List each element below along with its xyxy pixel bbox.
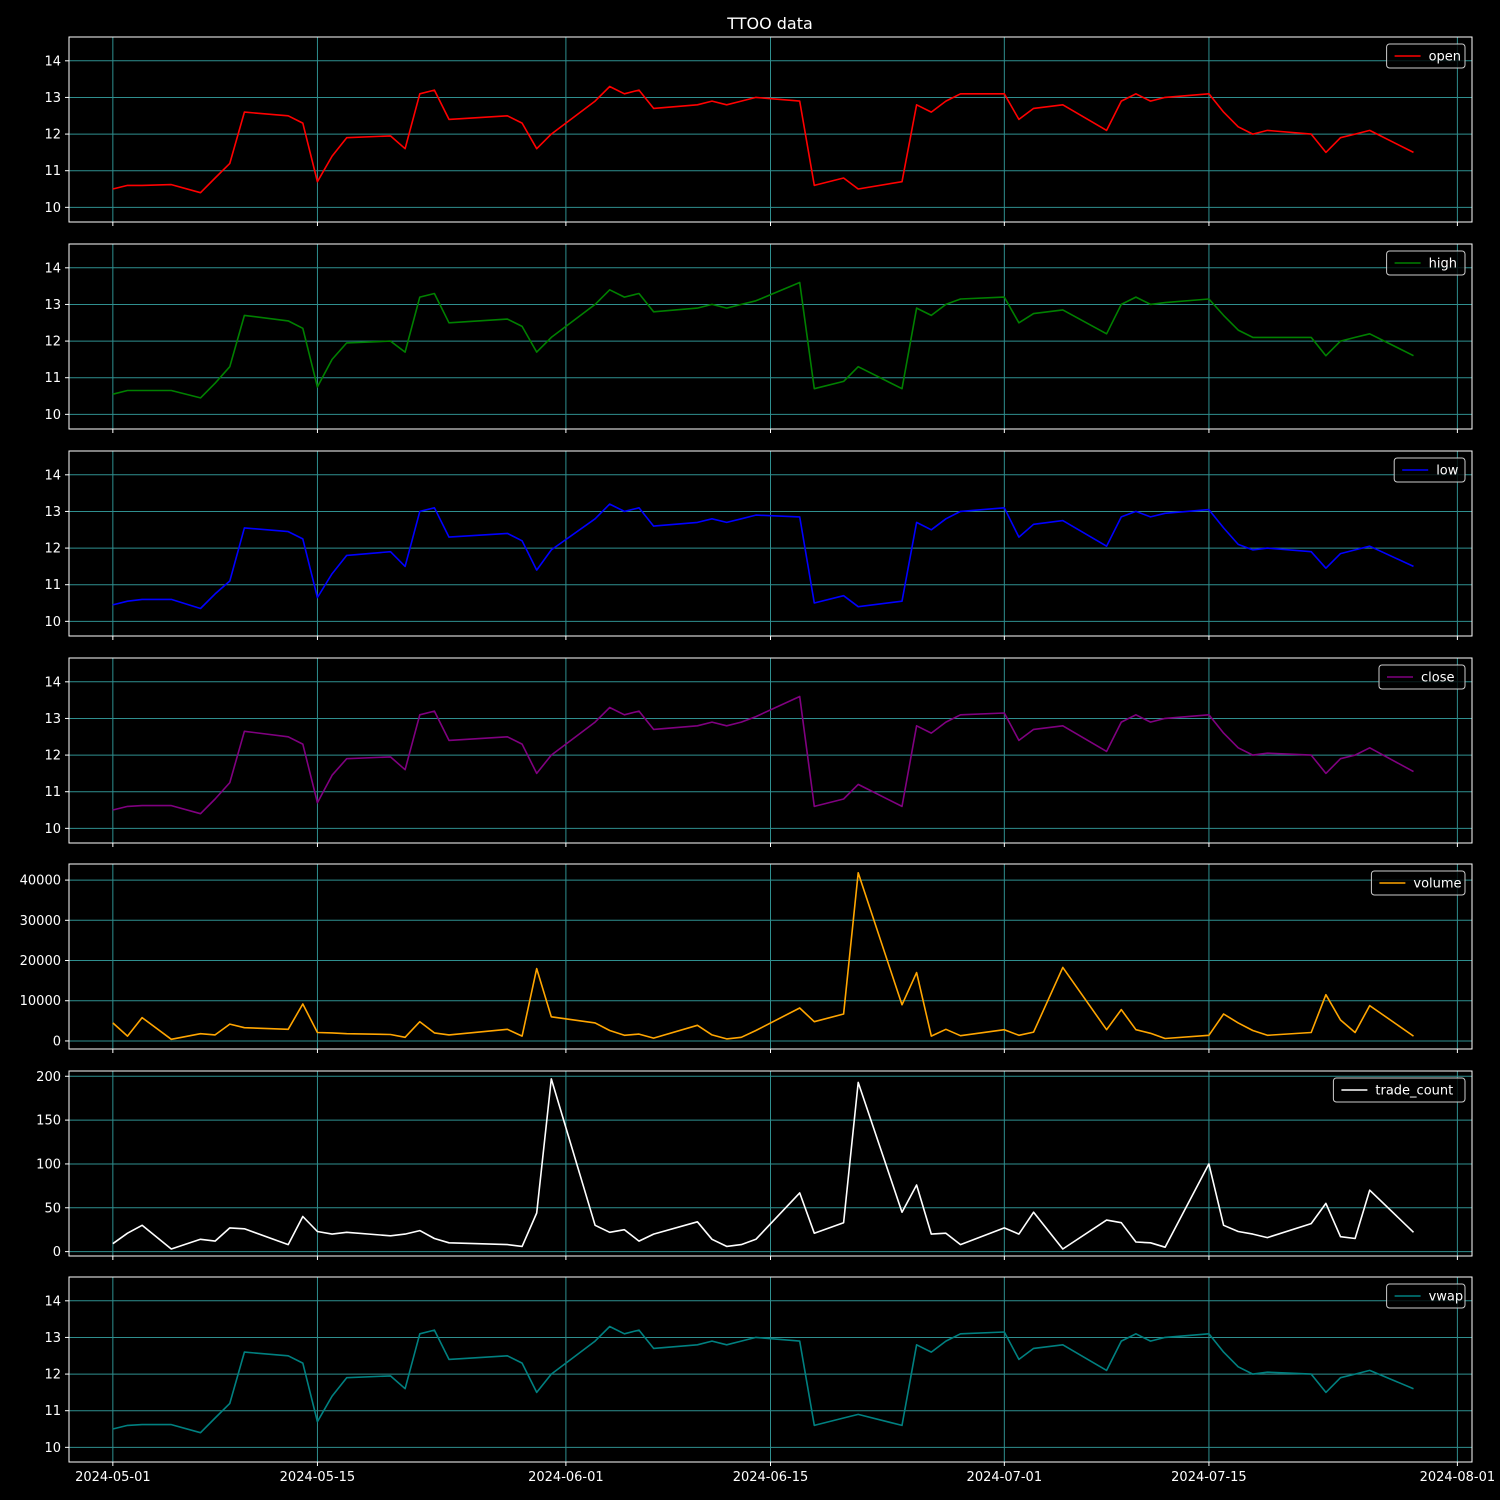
y-tick-label: 10 bbox=[44, 408, 61, 423]
y-tick-label: 10 bbox=[44, 615, 61, 630]
y-tick-label: 11 bbox=[44, 164, 61, 179]
ttoo-multi-panel-chart: TTOO data 10 11 12 13 14 open 10 11 12 13 14 high 10… bbox=[0, 0, 1500, 1500]
y-tick-label: 200 bbox=[36, 1070, 61, 1085]
x-tick-label: 2024-05-01 bbox=[75, 1470, 151, 1485]
y-tick-label: 12 bbox=[44, 542, 61, 557]
legend-vwap: vwap bbox=[1386, 1283, 1466, 1309]
y-tick-label: 12 bbox=[44, 128, 61, 143]
y-tick-label: 10 bbox=[44, 822, 61, 837]
legend-label: vwap bbox=[1429, 1290, 1464, 1305]
x-tick-label: 2024-08-01 bbox=[1420, 1470, 1496, 1485]
y-tick-label: 14 bbox=[44, 468, 61, 483]
y-tick-label: 12 bbox=[44, 749, 61, 764]
y-tick-label: 50 bbox=[44, 1201, 61, 1216]
y-tick-label: 13 bbox=[44, 1331, 61, 1346]
x-tick-label: 2024-07-01 bbox=[967, 1470, 1043, 1485]
y-tick-label: 13 bbox=[44, 298, 61, 313]
legend-open: open bbox=[1386, 43, 1466, 69]
y-tick-label: 40000 bbox=[20, 874, 61, 889]
y-tick-label: 14 bbox=[44, 675, 61, 690]
legend-label: low bbox=[1436, 464, 1459, 479]
y-tick-label: 0 bbox=[53, 1034, 61, 1049]
y-tick-label: 100 bbox=[36, 1157, 61, 1172]
legend-close: close bbox=[1378, 664, 1466, 690]
y-tick-label: 11 bbox=[44, 1404, 61, 1419]
y-tick-label: 13 bbox=[44, 505, 61, 520]
x-tick-label: 2024-06-15 bbox=[733, 1470, 809, 1485]
y-tick-label: 14 bbox=[44, 54, 61, 69]
y-tick-label: 10 bbox=[44, 1441, 61, 1456]
legend-label: volume bbox=[1413, 877, 1461, 892]
legend-low: low bbox=[1393, 457, 1466, 483]
legend-volume: volume bbox=[1370, 870, 1466, 896]
figure-background bbox=[0, 0, 1500, 1500]
y-tick-label: 11 bbox=[44, 578, 61, 593]
y-tick-label: 20000 bbox=[20, 954, 61, 969]
legend-label: high bbox=[1429, 257, 1457, 272]
x-tick-label: 2024-07-15 bbox=[1171, 1470, 1247, 1485]
y-tick-label: 10 bbox=[44, 201, 61, 216]
y-tick-label: 11 bbox=[44, 785, 61, 800]
y-tick-label: 12 bbox=[44, 335, 61, 350]
y-tick-label: 30000 bbox=[20, 914, 61, 929]
y-tick-label: 14 bbox=[44, 261, 61, 276]
y-tick-label: 12 bbox=[44, 1368, 61, 1383]
legend-label: open bbox=[1429, 50, 1461, 65]
legend-label: close bbox=[1421, 671, 1454, 686]
x-tick-label: 2024-05-15 bbox=[280, 1470, 356, 1485]
y-tick-label: 150 bbox=[36, 1114, 61, 1129]
legend-trade_count: trade_count bbox=[1332, 1077, 1466, 1103]
y-tick-label: 13 bbox=[44, 712, 61, 727]
y-tick-label: 10000 bbox=[20, 994, 61, 1009]
y-tick-label: 14 bbox=[44, 1294, 61, 1309]
y-tick-label: 0 bbox=[53, 1245, 61, 1260]
legend-label: trade_count bbox=[1375, 1084, 1453, 1099]
x-tick-label: 2024-06-01 bbox=[528, 1470, 604, 1485]
chart-title: TTOO data bbox=[726, 14, 813, 33]
y-tick-label: 13 bbox=[44, 91, 61, 106]
legend-high: high bbox=[1386, 250, 1466, 276]
y-tick-label: 11 bbox=[44, 371, 61, 386]
